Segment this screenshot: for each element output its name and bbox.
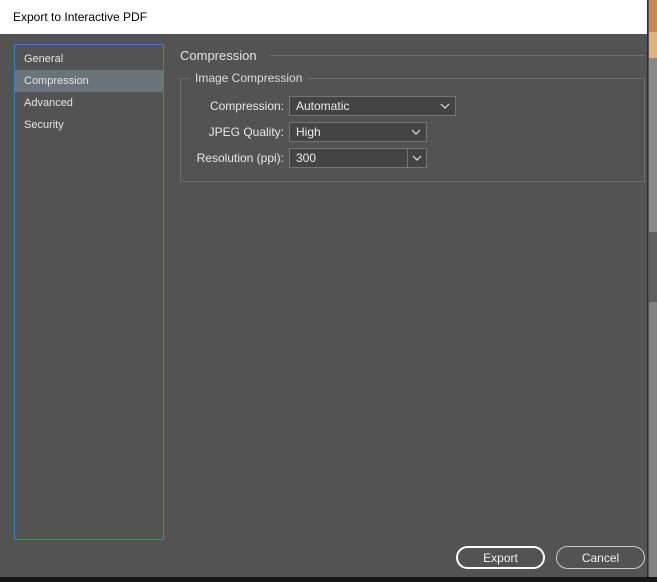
background-block xyxy=(649,58,657,232)
resolution-combo xyxy=(289,148,427,168)
screen: Export to Interactive PDF General Compre… xyxy=(0,0,657,582)
background-block xyxy=(649,0,657,32)
section-header: Compression xyxy=(180,46,645,64)
jpeg-quality-label: JPEG Quality: xyxy=(208,125,284,139)
resolution-dropdown-button[interactable] xyxy=(407,148,427,168)
compression-row: Compression: Automatic xyxy=(181,96,644,116)
image-compression-group: Image Compression Compression: Automatic… xyxy=(180,71,645,182)
compression-dropdown[interactable]: Automatic xyxy=(289,96,456,116)
compression-panel: Compression Image Compression Compressio… xyxy=(180,46,645,182)
dialog-titlebar[interactable]: Export to Interactive PDF xyxy=(0,0,647,34)
sidebar-item-security[interactable]: Security xyxy=(15,114,163,136)
compression-value: Automatic xyxy=(296,99,350,113)
header-rule xyxy=(268,54,645,56)
sidebar-list: General Compression Advanced Security xyxy=(14,44,164,540)
resolution-row: Resolution (ppi): xyxy=(181,148,644,168)
panel-title: Compression xyxy=(180,47,257,63)
chevron-down-icon xyxy=(412,155,422,161)
resolution-input[interactable] xyxy=(289,148,408,168)
dialog-title: Export to Interactive PDF xyxy=(13,10,148,24)
background-block xyxy=(649,232,657,302)
export-interactive-pdf-dialog: Export to Interactive PDF General Compre… xyxy=(0,0,648,577)
background-block xyxy=(649,302,657,582)
cancel-button[interactable]: Cancel xyxy=(556,546,645,569)
group-title: Image Compression xyxy=(190,71,308,85)
sidebar-item-compression[interactable]: Compression xyxy=(15,70,163,92)
sidebar-item-general[interactable]: General xyxy=(15,48,163,70)
sidebar-item-advanced[interactable]: Advanced xyxy=(15,92,163,114)
jpeg-quality-dropdown[interactable]: High xyxy=(289,122,427,142)
resolution-label: Resolution (ppi): xyxy=(196,151,284,165)
dialog-bottom-edge xyxy=(0,577,657,582)
desktop-background-strip xyxy=(649,0,657,582)
chevron-down-icon xyxy=(406,129,426,135)
background-block xyxy=(649,32,657,58)
jpeg-quality-value: High xyxy=(296,125,321,139)
compression-label: Compression: xyxy=(209,99,284,113)
export-button[interactable]: Export xyxy=(456,546,545,569)
chevron-down-icon xyxy=(435,103,455,109)
jpeg-quality-row: JPEG Quality: High xyxy=(181,122,644,142)
